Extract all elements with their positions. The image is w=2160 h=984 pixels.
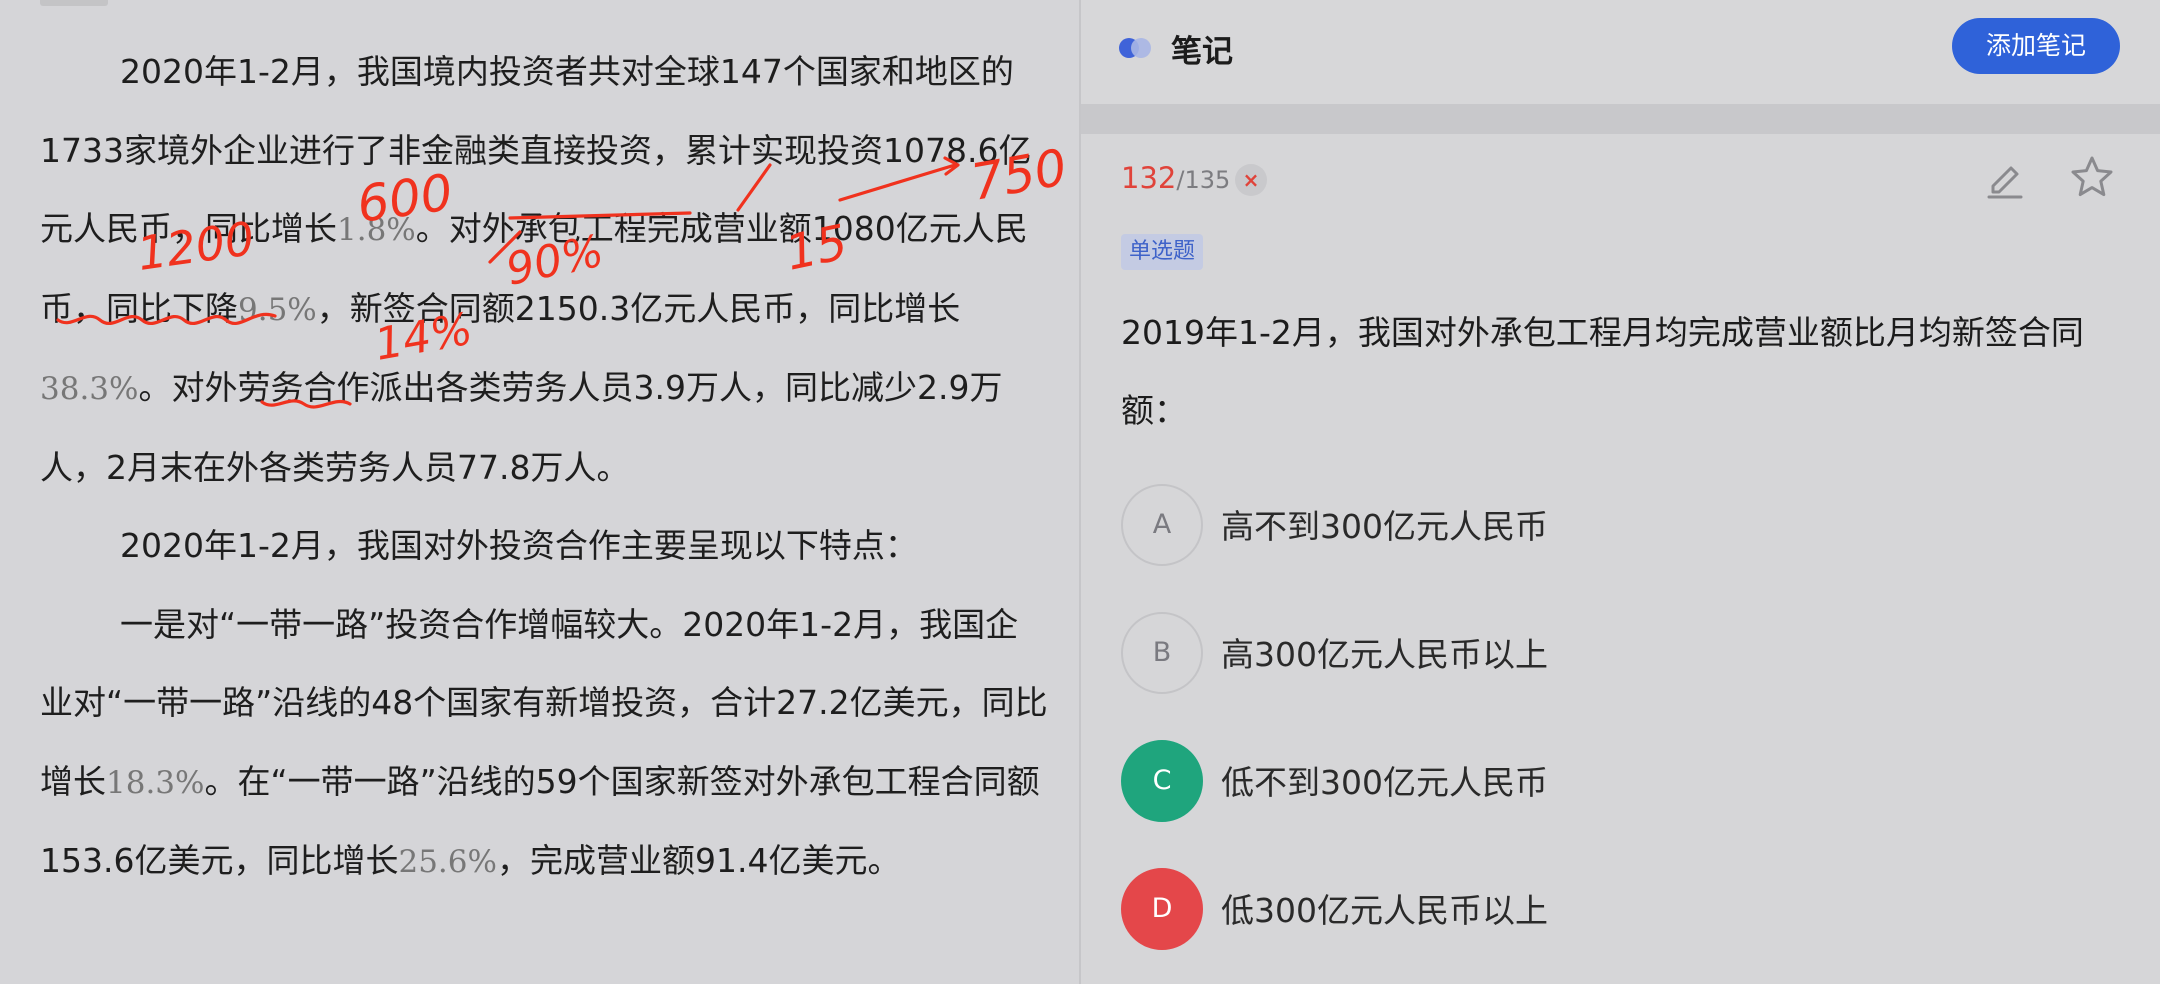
option-a[interactable]: A 高不到300亿元人民币 [1121, 484, 2121, 566]
section-separator [1081, 104, 2160, 134]
question-type-tag: 单选题 [1121, 234, 1204, 270]
percent-value: 18.3% [106, 764, 205, 801]
progress-current: 132 [1121, 161, 1177, 195]
option-a-letter[interactable]: A [1121, 484, 1203, 566]
option-b-letter[interactable]: B [1121, 612, 1203, 694]
passage-pane: 2020年1-2月，我国境内投资者共对全球147个国家和地区的1733家境外企业… [0, 0, 1079, 984]
option-b[interactable]: B 高300亿元人民币以上 [1121, 612, 2121, 694]
passage-paragraph: 2020年1-2月，我国对外投资合作主要呈现以下特点： [40, 507, 1050, 586]
text-run: 。对外劳务合作派出各类劳务人员3.9万人，同比减少2.9万人，2月末在外各类劳务… [40, 368, 1003, 487]
option-c[interactable]: C 低不到300亿元人民币 [1121, 740, 2121, 822]
add-note-button[interactable]: 添加笔记 [1952, 18, 2120, 74]
option-c-text[interactable]: 低不到300亿元人民币 [1221, 756, 1548, 804]
close-icon: × [1235, 164, 1267, 196]
question-pane: 笔记 添加笔记 132/135 × 单选题 2019年1-2月，我国对外承包工程… [1081, 0, 2160, 984]
question-progress: 132/135 [1121, 161, 1230, 195]
percent-value: 9.5% [238, 291, 317, 328]
edit-icon[interactable] [1983, 156, 2027, 200]
percent-value: 1.8% [337, 212, 416, 248]
star-icon[interactable] [2069, 154, 2115, 200]
text-run: ，完成营业额91.4亿美元。 [496, 841, 901, 880]
option-b-text[interactable]: 高300亿元人民币以上 [1221, 628, 1548, 676]
passage-paragraph: 2020年1-2月，我国境内投资者共对全球147个国家和地区的1733家境外企业… [40, 33, 1050, 507]
option-a-text[interactable]: 高不到300亿元人民币 [1221, 500, 1548, 548]
notes-icon [1119, 38, 1155, 58]
passage-text: 2020年1-2月，我国境内投资者共对全球147个国家和地区的1733家境外企业… [40, 33, 1050, 902]
progress-total: /135 [1176, 166, 1231, 194]
question-stem: 2019年1-2月，我国对外承包工程月均完成营业额比月均新签合同额： [1121, 313, 2084, 430]
option-d-text[interactable]: 低300亿元人民币以上 [1221, 884, 1548, 932]
notes-title: 笔记 [1171, 34, 1233, 70]
percent-value: 38.3% [40, 371, 139, 407]
text-run: 2020年1-2月，我国对外投资合作主要呈现以下特点： [120, 526, 918, 565]
option-d[interactable]: D 低300亿元人民币以上 [1121, 868, 2121, 950]
option-c-letter[interactable]: C [1121, 740, 1203, 822]
question-card: 132/135 × 单选题 2019年1-2月，我国对外承包工程月均完成营业额比… [1081, 134, 2160, 984]
notes-header: 笔记 添加笔记 [1081, 0, 2160, 104]
percent-value: 25.6% [398, 844, 497, 880]
option-d-letter[interactable]: D [1121, 868, 1203, 950]
passage-paragraph: 一是对“一带一路”投资合作增幅较大。2020年1-2月，我国企业对“一带一路”沿… [40, 586, 1050, 902]
top-tag [40, 0, 108, 6]
text-run: ，新签合同额2150.3亿元人民币，同比增长 [316, 288, 961, 328]
